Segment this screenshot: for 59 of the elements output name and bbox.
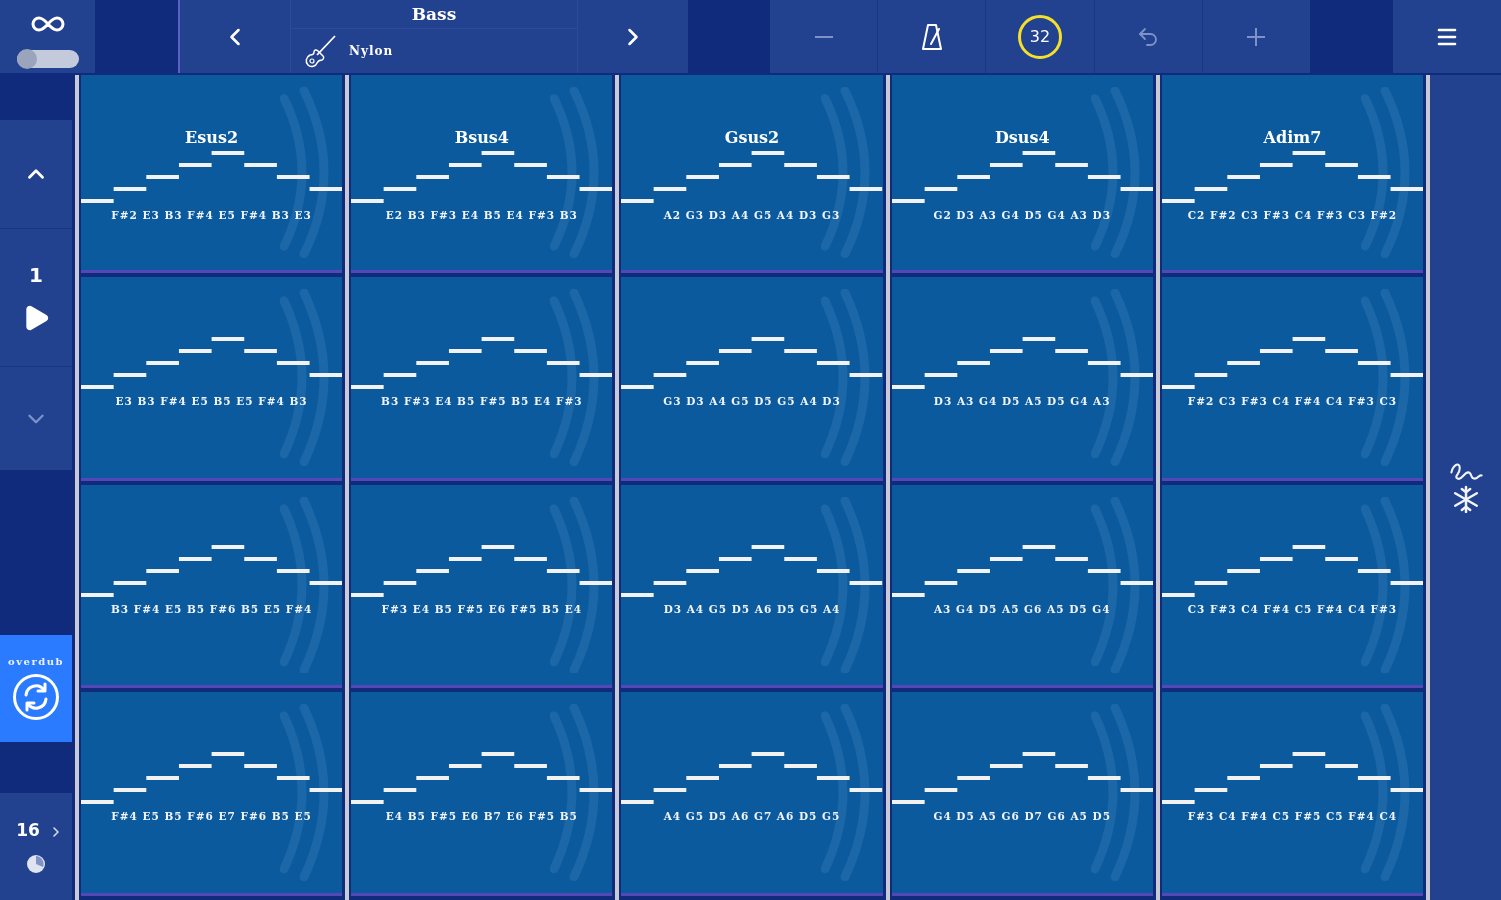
tempo-button[interactable]: 32 <box>1018 14 1062 59</box>
chord-pad[interactable]: Gsus2 A2 G3 D3 A4 G5 A4 D3 G3 <box>621 75 883 273</box>
minus-icon <box>814 35 833 38</box>
chord-pad[interactable]: E3 B3 F#4 E5 B5 E5 F#4 B3 <box>81 276 343 481</box>
chord-pad[interactable]: F#4 E5 B5 F#6 E7 F#6 B5 E5 <box>81 692 343 896</box>
note-list: G3 D3 A4 G5 D5 G5 A4 D3 <box>663 394 841 407</box>
chord-pad[interactable]: G4 D5 A5 G6 D7 G6 A5 D5 <box>891 692 1153 896</box>
overdub-button[interactable]: overdub <box>0 635 72 742</box>
chord-pad[interactable]: Adim7 C2 F#2 C3 F#3 C4 F#3 C3 F#2 <box>1161 75 1423 273</box>
note-list: F#3 E4 B5 F#5 E6 F#5 B5 E4 <box>381 602 583 615</box>
note-list: C2 F#2 C3 F#3 C4 F#3 C3 F#2 <box>1187 209 1398 221</box>
note-list: G4 D5 A5 G6 D7 G6 A5 D5 <box>933 810 1111 823</box>
note-list: F#2 E3 B3 F#4 E5 F#4 B3 E3 <box>111 209 312 221</box>
chord-pad[interactable]: F#3 E4 B5 F#5 E6 F#5 B5 E4 <box>351 484 613 689</box>
note-list: A4 G5 D5 A6 G7 A6 D5 G5 <box>663 810 841 823</box>
chord-pad[interactable]: F#2 C3 F#3 C4 F#4 C4 F#3 C3 <box>1161 276 1423 481</box>
chord-name: Esus2 <box>185 127 239 149</box>
guitar-icon <box>303 34 337 68</box>
chord-pad[interactable]: B3 F#3 E4 B5 F#5 B5 E4 F#3 <box>351 276 613 481</box>
plus-icon <box>1247 27 1266 46</box>
note-list: E4 B5 F#5 E6 B7 E6 F#5 B5 <box>385 810 578 823</box>
chord-name: Dsus4 <box>994 127 1050 149</box>
pattern-number: 1 <box>29 262 43 287</box>
note-list: F#2 C3 F#3 C4 F#4 C4 F#3 C3 <box>1187 394 1398 407</box>
chord-pad[interactable]: B3 F#4 E5 B5 F#6 B5 E5 F#4 <box>81 484 343 689</box>
chord-name: Adim7 <box>1263 127 1322 149</box>
note-list: F#4 E5 B5 F#6 E7 F#6 B5 E5 <box>111 810 312 823</box>
note-list: D3 A3 G4 D5 A5 D5 G4 A3 <box>933 394 1111 407</box>
chord-pad[interactable]: E4 B5 F#5 E6 B7 E6 F#5 B5 <box>351 692 613 896</box>
chord-pad[interactable]: Esus2 F#2 E3 B3 F#4 E5 F#4 B3 E3 <box>81 75 343 273</box>
chord-pad[interactable]: F#3 C4 F#4 C5 F#5 C5 F#4 C4 <box>1161 692 1423 896</box>
note-list: B3 F#4 E5 B5 F#6 B5 E5 F#4 <box>110 602 313 615</box>
chord-pad[interactable]: Dsus4 G2 D3 A3 G4 D5 G4 A3 D3 <box>891 75 1153 273</box>
chord-pad[interactable]: A3 G4 D5 A5 G6 A5 D5 G4 <box>891 484 1153 689</box>
note-list: F#3 C4 F#4 C5 F#5 C5 F#4 C4 <box>1187 810 1398 823</box>
loop-switch[interactable] <box>16 49 79 68</box>
preset-name: Nylon <box>349 44 394 58</box>
chord-name: Bsus4 <box>454 127 509 149</box>
note-list: A2 G3 D3 A4 G5 A4 D3 G3 <box>663 209 841 221</box>
note-list: E2 B3 F#3 E4 B5 E4 F#3 B3 <box>385 209 578 221</box>
chord-name: Gsus2 <box>724 127 780 149</box>
steps-button[interactable]: 16 <box>16 819 64 840</box>
chord-pad[interactable]: D3 A4 G5 D5 A6 D5 G5 A4 <box>621 484 883 689</box>
note-list: C3 F#3 C4 F#4 C5 F#4 C4 F#3 <box>1187 602 1398 615</box>
note-list: D3 A4 G5 D5 A6 D5 G5 A4 <box>663 602 841 615</box>
chord-pad[interactable]: Bsus4 E2 B3 F#3 E4 B5 E4 F#3 B3 <box>351 75 613 273</box>
metronome-icon <box>919 22 944 51</box>
sync-icon <box>12 673 60 721</box>
snowflake-icon <box>1448 462 1483 513</box>
note-list: E3 B3 F#4 E5 B5 E5 F#4 B3 <box>115 394 308 407</box>
instrument-name: Bass <box>291 0 577 29</box>
dial-icon <box>26 853 46 874</box>
chord-pad[interactable]: D3 A3 G4 D5 A5 D5 G4 A3 <box>891 276 1153 481</box>
note-list: A3 G4 D5 A5 G6 A5 D5 G4 <box>933 602 1111 615</box>
note-list: G2 D3 A3 G4 D5 G4 A3 D3 <box>933 209 1111 221</box>
note-list: B3 F#3 E4 B5 F#5 B5 E4 F#3 <box>381 394 583 407</box>
chord-pad[interactable]: C3 F#3 C4 F#4 C5 F#4 C4 F#3 <box>1161 484 1423 689</box>
chord-pad[interactable]: A4 G5 D5 A6 G7 A6 D5 G5 <box>621 692 883 896</box>
chord-pad[interactable]: G3 D3 A4 G5 D5 G5 A4 D3 <box>621 276 883 481</box>
